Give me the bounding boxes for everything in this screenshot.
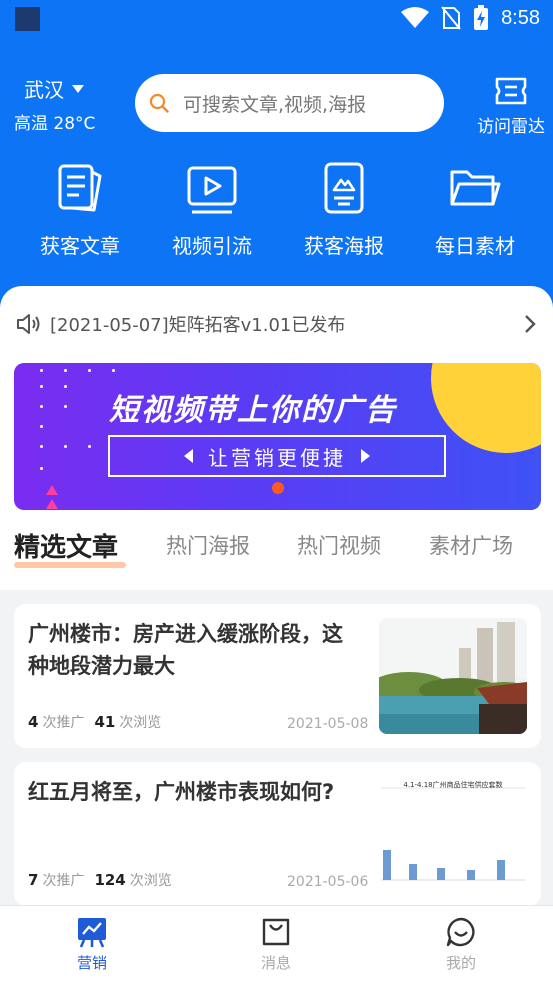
- banner-triangle-decoration: [46, 499, 58, 509]
- chevron-right-icon[interactable]: [524, 314, 536, 334]
- article-card[interactable]: 广州楼市：房产进入缓涨阶段，这种地段潜力最大 4 次推广 41 次浏览 2021…: [14, 604, 541, 748]
- nav-label: 我的: [445, 954, 476, 972]
- article-thumbnail[interactable]: 4.1-4.18广州商品住宅供应套数: [379, 776, 527, 892]
- poster-icon: [324, 162, 364, 214]
- article-thumbnail[interactable]: [379, 618, 527, 734]
- no-sim-icon: [441, 6, 461, 30]
- triangle-left-icon: [184, 449, 193, 463]
- announcement-text[interactable]: [2021-05-07]矩阵拓客v1.01已发布: [50, 311, 345, 337]
- banner-dot-decoration: [64, 445, 67, 448]
- nav-label: 营销: [76, 954, 107, 972]
- radar-ticket-icon: [495, 77, 527, 105]
- view-count: 41: [94, 713, 116, 731]
- status-time: 8:58: [501, 6, 540, 29]
- article-date: 2021-05-08: [287, 716, 369, 732]
- nav-item-messages[interactable]: 消息: [231, 916, 321, 973]
- carousel-indicator[interactable]: [272, 482, 284, 494]
- radar-label[interactable]: 访问雷达: [470, 112, 552, 137]
- header: 8:58 武汉 高温 28°C 可搜索文章,视频,海报 访问雷达 获客文章 视频…: [0, 0, 553, 310]
- banner-dot-decoration: [88, 445, 91, 448]
- quick-action-poster[interactable]: 获客海报: [284, 160, 404, 259]
- promo-banner[interactable]: 短视频带上你的广告 让营销更便捷: [14, 363, 541, 510]
- announcement-bar[interactable]: [2021-05-07]矩阵拓客v1.01已发布: [16, 296, 536, 352]
- shopping-bag-icon: [262, 918, 290, 946]
- article-title[interactable]: 红五月将至，广州楼市表现如何?: [28, 776, 358, 808]
- marketing-board-icon: [78, 918, 106, 948]
- quick-action-label: 获客海报: [304, 234, 384, 258]
- article-title[interactable]: 广州楼市：房产进入缓涨阶段，这种地段潜力最大: [28, 618, 358, 682]
- nav-item-marketing[interactable]: 营销: [47, 916, 137, 973]
- quick-action-label: 获客文章: [40, 234, 120, 258]
- content-tabs: 精选文章 热门海报 热门视频 素材广场: [14, 530, 544, 580]
- banner-subtitle-box: 让营销更便捷: [108, 435, 446, 477]
- article-stats: 4 次推广 41 次浏览: [28, 712, 161, 732]
- battery-charging-icon: [474, 5, 489, 30]
- nav-label: 消息: [260, 954, 291, 972]
- view-count: 124: [94, 871, 126, 889]
- banner-dot-decoration: [40, 385, 43, 388]
- search-icon: [149, 93, 169, 113]
- tab-material-plaza[interactable]: 素材广场: [429, 530, 513, 560]
- banner-dot-decoration: [40, 369, 43, 372]
- folder-icon: [450, 170, 501, 206]
- caret-down-icon: [72, 84, 84, 93]
- quick-action-article[interactable]: 获客文章: [20, 160, 140, 259]
- bottom-navigation: 营销 消息 我的: [0, 905, 553, 983]
- weather-text: 高温 28°C: [14, 114, 96, 134]
- visit-radar-button[interactable]: 访问雷达: [470, 74, 552, 137]
- quick-action-label: 视频引流: [172, 234, 252, 258]
- article-card[interactable]: 红五月将至，广州楼市表现如何? 7 次推广 124 次浏览 2021-05-06…: [14, 762, 541, 906]
- triangle-right-icon: [361, 449, 370, 463]
- bar-chart-image: [381, 787, 525, 881]
- banner-dot-decoration: [64, 405, 67, 408]
- banner-triangle-decoration: [46, 485, 58, 495]
- smiley-chat-icon: [446, 917, 475, 947]
- banner-dot-decoration: [64, 385, 67, 388]
- banner-dot-decoration: [40, 467, 43, 470]
- search-bar[interactable]: 可搜索文章,视频,海报: [135, 74, 444, 132]
- promote-label: 次推广: [42, 715, 85, 731]
- banner-dot-decoration: [88, 369, 91, 372]
- banner-dot-decoration: [40, 445, 43, 448]
- lake-city-image: [379, 618, 527, 734]
- banner-dot-decoration: [40, 405, 43, 408]
- quick-action-label: 每日素材: [435, 234, 515, 258]
- promote-count: 7: [28, 871, 39, 889]
- banner-subtitle: 让营销更便捷: [208, 445, 346, 470]
- tab-featured-articles[interactable]: 精选文章: [14, 527, 118, 564]
- promote-label: 次推广: [42, 873, 85, 889]
- speaker-icon: [17, 314, 40, 334]
- view-label: 次浏览: [119, 715, 162, 731]
- article-stats: 7 次推广 124 次浏览: [28, 870, 172, 890]
- banner-dot-decoration: [40, 425, 43, 428]
- quick-action-video[interactable]: 视频引流: [152, 160, 272, 259]
- notification-icon: [15, 7, 40, 31]
- video-icon: [187, 166, 237, 214]
- article-icon: [58, 164, 102, 212]
- city-name[interactable]: 武汉: [24, 74, 64, 103]
- promote-count: 4: [28, 713, 39, 731]
- banner-dot-decoration: [112, 369, 115, 372]
- banner-dot-decoration: [64, 369, 67, 372]
- search-input[interactable]: 可搜索文章,视频,海报: [183, 90, 366, 117]
- wifi-icon: [401, 7, 430, 28]
- thumbnail-chart-caption: 4.1-4.18广州商品住宅供应套数: [403, 781, 503, 789]
- nav-item-profile[interactable]: 我的: [416, 916, 506, 973]
- location-selector[interactable]: 武汉 高温 28°C: [14, 74, 114, 134]
- banner-title: 短视频带上你的广告: [109, 393, 397, 428]
- tab-hot-videos[interactable]: 热门视频: [297, 530, 381, 560]
- view-label: 次浏览: [129, 873, 172, 889]
- article-date: 2021-05-06: [287, 874, 369, 890]
- tab-hot-posters[interactable]: 热门海报: [166, 530, 250, 560]
- banner-sun-decoration: [431, 363, 541, 453]
- status-bar: 8:58: [0, 0, 553, 40]
- quick-action-material[interactable]: 每日素材: [415, 160, 535, 259]
